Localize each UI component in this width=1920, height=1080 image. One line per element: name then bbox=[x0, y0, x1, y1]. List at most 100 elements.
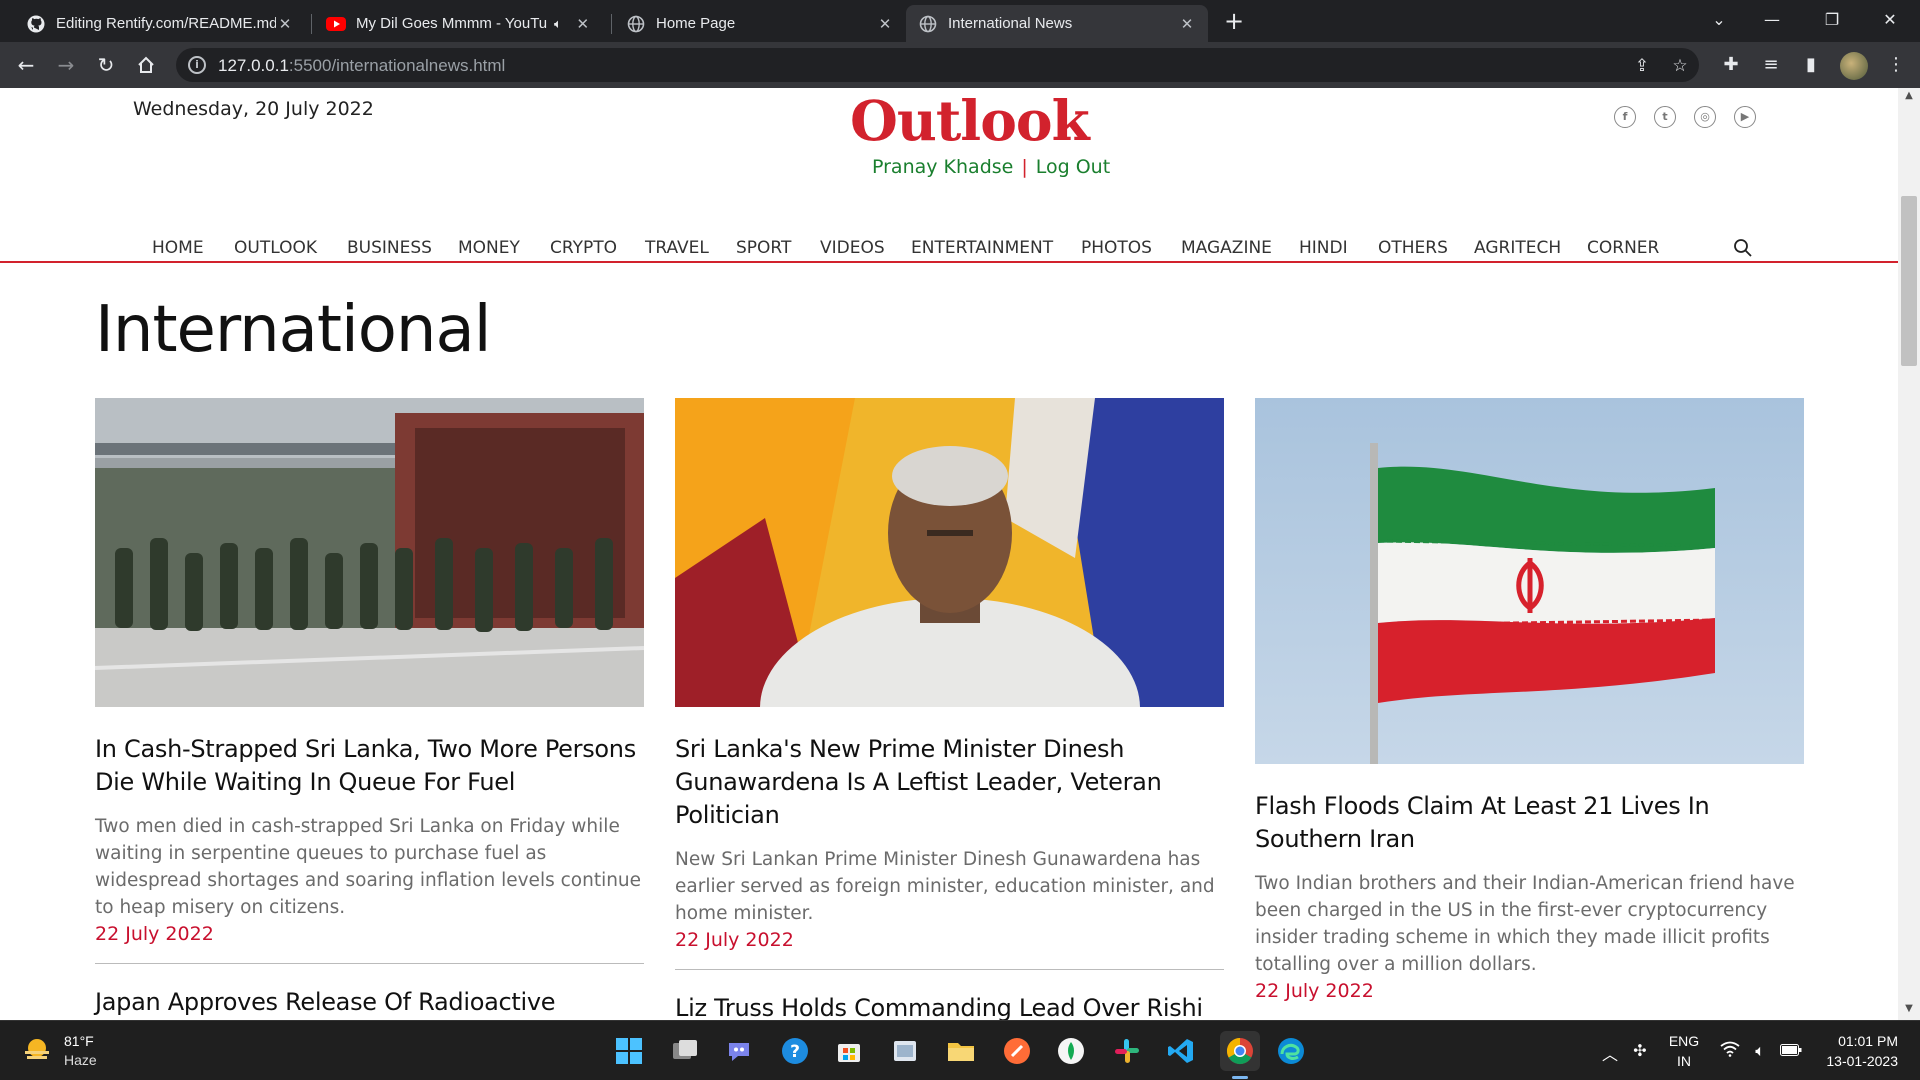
tab-youtube[interactable]: My Dil Goes Mmmm - YouTube 🔈︎ ✕ bbox=[314, 5, 606, 42]
article-summary: Two men died in cash-strapped Sri Lanka … bbox=[95, 816, 642, 918]
home-button[interactable] bbox=[132, 51, 160, 79]
microsoft-store-icon[interactable] bbox=[832, 1034, 866, 1068]
profile-avatar[interactable] bbox=[1840, 52, 1868, 80]
vscode-icon[interactable] bbox=[1164, 1034, 1198, 1068]
help-icon[interactable]: ? bbox=[778, 1034, 812, 1068]
nav-item-sport[interactable]: SPORT bbox=[736, 238, 791, 258]
tab-separator bbox=[611, 14, 612, 34]
nav-item-photos[interactable]: PHOTOS bbox=[1081, 238, 1152, 258]
forward-button[interactable]: → bbox=[52, 51, 80, 79]
outlook-logo[interactable]: Outlook bbox=[850, 88, 1090, 153]
article-image[interactable] bbox=[1255, 398, 1804, 764]
tab-home-page[interactable]: Home Page ✕ bbox=[614, 5, 906, 42]
windows-taskbar: 81°F Haze ? ︿ ✣ ENG IN 🔈︎ 01:01 PM 13-01… bbox=[0, 1020, 1920, 1080]
main-nav: HOME OUTLOOK BUSINESS MONEY CRYPTO TRAVE… bbox=[0, 233, 1898, 263]
slack-icon[interactable] bbox=[1110, 1034, 1144, 1068]
close-icon[interactable]: ✕ bbox=[574, 15, 592, 33]
article-headline[interactable]: Liz Truss Holds Commanding Lead Over Ris… bbox=[675, 992, 1224, 1020]
nav-item-money[interactable]: MONEY bbox=[458, 238, 520, 258]
teams-chat-icon[interactable] bbox=[722, 1034, 756, 1068]
weather-haze-icon[interactable] bbox=[22, 1035, 52, 1065]
nav-item-hindi[interactable]: HINDI bbox=[1299, 238, 1348, 258]
nav-item-others[interactable]: OTHERS bbox=[1378, 238, 1448, 258]
network-tray-icon[interactable]: ✣ bbox=[1630, 1041, 1650, 1060]
article-image[interactable] bbox=[675, 398, 1224, 707]
tab-search-chevron-icon[interactable]: ⌄ bbox=[1703, 6, 1735, 34]
search-icon[interactable] bbox=[1733, 238, 1753, 258]
page-scrollbar[interactable]: ▲ ▼ bbox=[1898, 88, 1920, 1020]
nav-item-outlook[interactable]: OUTLOOK bbox=[234, 238, 317, 258]
windows-start-icon[interactable] bbox=[612, 1034, 646, 1068]
globe-icon bbox=[626, 14, 646, 34]
close-icon[interactable]: ✕ bbox=[276, 15, 294, 33]
weather-temperature[interactable]: 81°F bbox=[64, 1033, 94, 1049]
current-date: Wednesday, 20 July 2022 bbox=[133, 98, 374, 120]
speaker-icon[interactable]: 🔈︎ bbox=[554, 16, 562, 32]
close-icon[interactable]: ✕ bbox=[1178, 15, 1196, 33]
bookmark-star-icon[interactable]: ☆ bbox=[1670, 56, 1690, 76]
browser-toolbar: ← → ↻ i 127.0.0.1:5500/internationalnews… bbox=[0, 42, 1920, 88]
nav-item-agritech[interactable]: AGRITECH bbox=[1474, 238, 1561, 258]
twitter-icon[interactable]: t bbox=[1654, 106, 1676, 128]
mongodb-compass-icon[interactable] bbox=[1054, 1034, 1088, 1068]
tab-title: International News bbox=[948, 15, 1073, 32]
article-date: 22 July 2022 bbox=[675, 929, 794, 951]
article-summary: Two Indian brothers and their Indian-Ame… bbox=[1255, 873, 1795, 975]
user-line: Pranay Khadse | Log Out bbox=[872, 156, 1110, 178]
article-image[interactable] bbox=[95, 398, 644, 707]
youtube-icon bbox=[326, 14, 346, 34]
nav-item-home[interactable]: HOME bbox=[152, 238, 204, 258]
nav-item-business[interactable]: BUSINESS bbox=[347, 238, 432, 258]
photos-viewer-icon[interactable] bbox=[888, 1034, 922, 1068]
article-headline[interactable]: In Cash-Strapped Sri Lanka, Two More Per… bbox=[95, 733, 644, 799]
close-icon[interactable]: ✕ bbox=[876, 15, 894, 33]
nav-item-magazine[interactable]: MAGAZINE bbox=[1181, 238, 1272, 258]
nav-item-corner[interactable]: CORNER bbox=[1587, 238, 1659, 258]
restore-button[interactable]: ❐ bbox=[1816, 6, 1848, 34]
weather-condition[interactable]: Haze bbox=[64, 1052, 97, 1068]
article-date: 22 July 2022 bbox=[95, 923, 214, 945]
postman-icon[interactable] bbox=[1000, 1034, 1034, 1068]
nav-item-videos[interactable]: VIDEOS bbox=[820, 238, 885, 258]
article-headline[interactable]: Flash Floods Claim At Least 21 Lives In … bbox=[1255, 790, 1804, 856]
battery-icon[interactable] bbox=[1780, 1041, 1802, 1060]
tab-international-news[interactable]: International News ✕ bbox=[906, 5, 1208, 42]
nav-item-crypto[interactable]: CRYPTO bbox=[550, 238, 617, 258]
nav-item-entertainment[interactable]: ENTERTAINMENT bbox=[911, 238, 1053, 258]
edge-icon[interactable] bbox=[1274, 1034, 1308, 1068]
facebook-icon[interactable]: f bbox=[1614, 106, 1636, 128]
article-headline[interactable]: Japan Approves Release Of Radioactive bbox=[95, 986, 644, 1019]
extensions-icon[interactable]: ✚ bbox=[1719, 53, 1743, 77]
instagram-icon[interactable]: ◎ bbox=[1694, 106, 1716, 128]
scroll-down-arrow-icon[interactable]: ▼ bbox=[1903, 1003, 1915, 1014]
reload-button[interactable]: ↻ bbox=[92, 51, 120, 79]
close-window-button[interactable]: ✕ bbox=[1874, 6, 1906, 34]
address-bar[interactable]: i 127.0.0.1:5500/internationalnews.html … bbox=[176, 48, 1699, 82]
tab-separator bbox=[311, 14, 312, 34]
scroll-up-arrow-icon[interactable]: ▲ bbox=[1903, 90, 1915, 101]
chevron-up-icon[interactable]: ︿ bbox=[1600, 1041, 1620, 1065]
youtube-icon[interactable]: ▶ bbox=[1734, 106, 1756, 128]
logout-link[interactable]: Log Out bbox=[1036, 156, 1110, 178]
nav-item-travel[interactable]: TRAVEL bbox=[645, 238, 709, 258]
clock[interactable]: 01:01 PM 13-01-2023 bbox=[1818, 1033, 1898, 1069]
share-icon[interactable]: ⇪ bbox=[1632, 56, 1652, 76]
volume-icon[interactable]: 🔈︎ bbox=[1750, 1041, 1770, 1061]
media-control-icon[interactable]: ≡ bbox=[1759, 53, 1783, 77]
task-view-icon[interactable] bbox=[668, 1034, 702, 1068]
file-explorer-icon[interactable] bbox=[944, 1034, 978, 1068]
url-text[interactable]: 127.0.0.1:5500/internationalnews.html bbox=[218, 56, 505, 76]
new-tab-button[interactable]: + bbox=[1222, 8, 1246, 34]
wifi-icon[interactable] bbox=[1720, 1041, 1740, 1061]
language-indicator[interactable]: ENG IN bbox=[1664, 1033, 1704, 1069]
tab-github-readme[interactable]: Editing Rentify.com/README.md ✕ bbox=[14, 5, 306, 42]
back-button[interactable]: ← bbox=[12, 51, 40, 79]
side-panel-icon[interactable]: ▮ bbox=[1799, 53, 1823, 77]
tab-title: My Dil Goes Mmmm - YouTube bbox=[356, 15, 548, 32]
site-info-icon[interactable]: i bbox=[188, 56, 206, 74]
menu-kebab-icon[interactable]: ⋮ bbox=[1884, 53, 1908, 77]
scrollbar-thumb[interactable] bbox=[1901, 196, 1917, 366]
chrome-icon[interactable] bbox=[1220, 1031, 1260, 1071]
article-headline[interactable]: Sri Lanka's New Prime Minister Dinesh Gu… bbox=[675, 733, 1224, 832]
minimize-button[interactable]: — bbox=[1756, 6, 1788, 34]
